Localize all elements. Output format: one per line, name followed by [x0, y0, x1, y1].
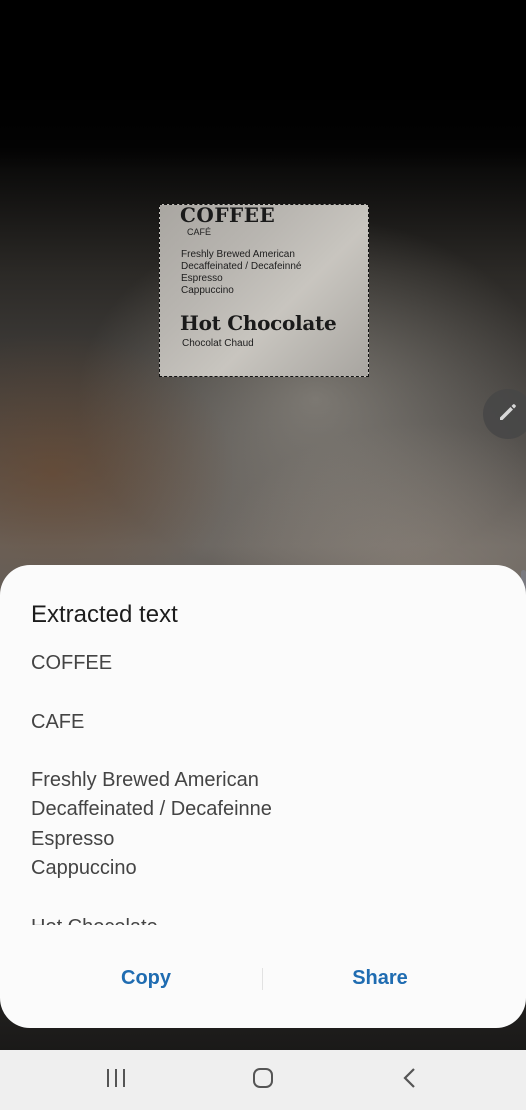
- extracted-line: [31, 737, 501, 766]
- home-icon: [251, 1066, 275, 1095]
- sheet-actions: Copy Share: [0, 958, 526, 998]
- sign-coffee: COFFEE: [180, 204, 276, 227]
- extracted-text-sheet: Extracted text COFFEE CAFE Freshly Brewe…: [0, 565, 526, 1028]
- extracted-line: Hot Chocolate: [31, 913, 501, 925]
- extracted-line: CAFE: [31, 710, 85, 733]
- sign-menu: Freshly Brewed American Decaffeinated / …: [181, 249, 301, 297]
- extracted-line: [31, 883, 501, 912]
- recent-apps-button[interactable]: [86, 1060, 146, 1100]
- back-icon: [400, 1066, 420, 1095]
- extracted-line: Freshly Brewed American: [31, 769, 259, 792]
- actions-divider: [262, 968, 263, 990]
- home-button[interactable]: [233, 1060, 293, 1100]
- sign-hot-chocolate: Hot Chocolate: [180, 311, 337, 335]
- back-button[interactable]: [380, 1060, 440, 1100]
- extracted-text-area[interactable]: COFFEE CAFE Freshly Brewed American Deca…: [31, 649, 501, 925]
- extracted-line: Decaffeinated / Decafeinne: [31, 798, 272, 821]
- extracted-line: COFFEE: [31, 652, 113, 674]
- sign-cafe: CAFÉ: [187, 227, 212, 237]
- sign-menu-line: Espresso: [181, 273, 223, 284]
- edit-button[interactable]: [483, 389, 526, 439]
- sign-chocolat-chaud: Chocolat Chaud: [182, 338, 254, 349]
- camera-shadow: [0, 0, 526, 170]
- navigation-bar: [0, 1050, 526, 1110]
- sign-menu-line: Decaffeinated / Decafeinné: [181, 261, 302, 272]
- sheet-title: Extracted text: [31, 601, 178, 628]
- sign-menu-line: Freshly Brewed American: [181, 249, 295, 260]
- pencil-icon: [496, 400, 520, 429]
- copy-button[interactable]: Copy: [30, 958, 262, 998]
- extracted-line: Cappuccino: [31, 857, 137, 880]
- sign-menu-line: Cappuccino: [181, 285, 234, 296]
- recent-apps-icon: [105, 1068, 127, 1093]
- extracted-line: Espresso: [31, 827, 115, 850]
- text-selection-region[interactable]: COFFEE CAFÉ Freshly Brewed American Deca…: [159, 204, 369, 377]
- share-button[interactable]: Share: [264, 958, 496, 998]
- extracted-line: [31, 678, 501, 707]
